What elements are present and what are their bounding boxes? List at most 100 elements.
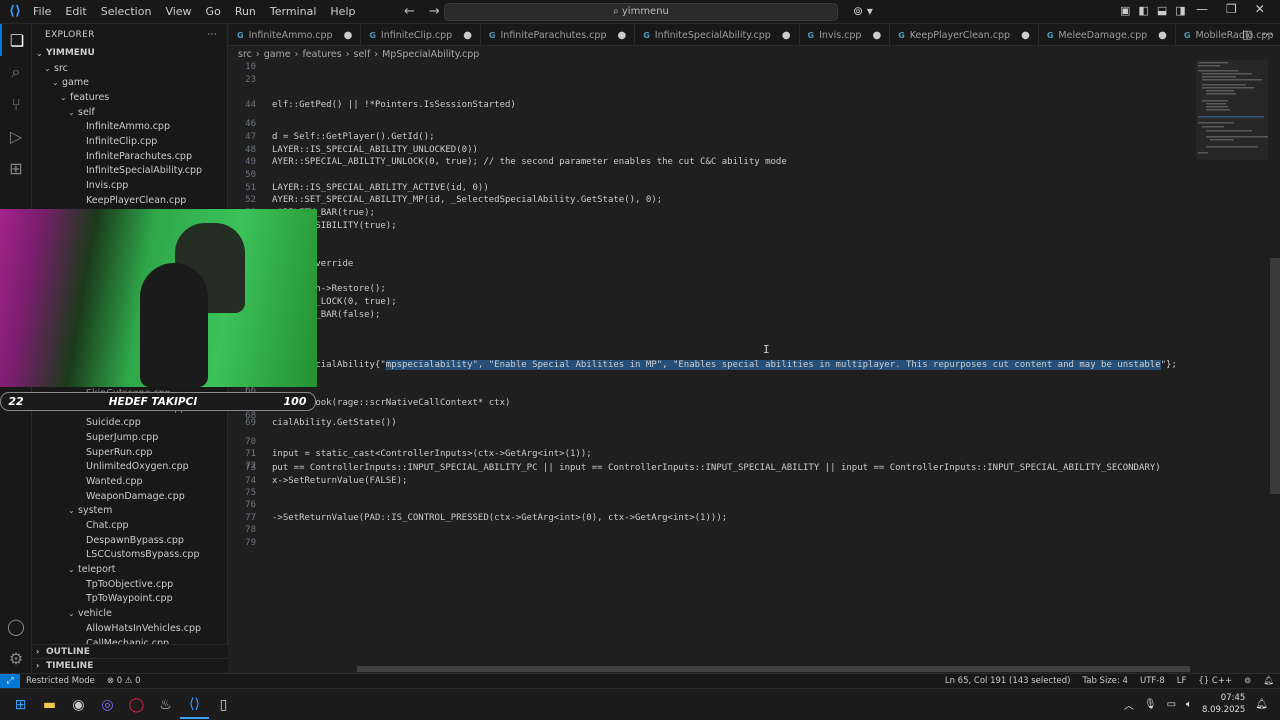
windows-start-icon[interactable]: ⊞	[6, 691, 35, 719]
folder-item[interactable]: ⌄ features	[32, 90, 227, 105]
file-item[interactable]: AllowHatsInVehicles.cpp	[32, 621, 227, 636]
chrome-icon[interactable]: ◉	[64, 691, 93, 719]
code-line[interactable]: 56	[229, 245, 1229, 258]
tab-keepplayerclean[interactable]: G KeepPlayerClean.cpp ●	[890, 24, 1039, 45]
code-line[interactable]: 54Y_BAR_VISIBILITY(true);	[229, 220, 1229, 233]
horizontal-scrollbar[interactable]	[357, 666, 1190, 672]
file-app-icon[interactable]: ▯	[209, 691, 238, 719]
menu-item-go[interactable]: Go	[199, 0, 228, 24]
menu-item-selection[interactable]: Selection	[94, 0, 159, 24]
tab-meleedamage[interactable]: G MeleeDamage.cpp ●	[1039, 24, 1176, 45]
file-item[interactable]: WeaponDamage.cpp	[32, 489, 227, 504]
cursor-position[interactable]: Ln 65, Col 191 (143 selected)	[939, 676, 1077, 686]
file-item[interactable]: Chat.cpp	[32, 518, 227, 533]
opera-icon[interactable]: ◯	[122, 691, 151, 719]
file-item[interactable]: Invis.cpp	[32, 178, 227, 193]
minimize-icon[interactable]: —	[1196, 2, 1208, 16]
code-line[interactable]: 49 AYER::SPECIAL_ABILITY_UNLOCK(0, true);…	[229, 156, 1229, 169]
tray-expand-icon[interactable]: ︿	[1124, 697, 1134, 712]
breadcrumb-item[interactable]: MpSpecialAbility.cpp	[382, 49, 479, 60]
code-line[interactable]: 44 elf::GetPed() || !*Pointers.IsSessionS…	[229, 99, 1229, 112]
code-line[interactable]: 47 d = Self::GetPlayer().GetId();	[229, 131, 1229, 144]
file-item[interactable]: SuperRun.cpp	[32, 445, 227, 460]
unsaved-dot-icon[interactable]: ●	[617, 30, 626, 41]
more-actions-icon[interactable]: ···	[208, 30, 217, 40]
menu-item-run[interactable]: Run	[228, 0, 263, 24]
file-item[interactable]: UnlimitedOxygen.cpp	[32, 459, 227, 474]
code-editor[interactable]: 10 23 44 elf::GetPed() || !*Pointers.IsSess…	[229, 61, 1280, 673]
outline-section[interactable]: › OUTLINE	[32, 644, 228, 658]
folder-item[interactable]: ⌄ self	[32, 105, 227, 120]
remote-icon[interactable]: ⤢	[0, 673, 20, 689]
breadcrumb-item[interactable]: self	[354, 49, 371, 60]
command-search-box[interactable]: ⌕ yimmenu	[444, 3, 838, 21]
code-line[interactable]: 69 cialAbility.GetState())	[229, 417, 1229, 430]
tab-infiniteclip[interactable]: G InfiniteClip.cpp ●	[361, 24, 481, 45]
unsaved-dot-icon[interactable]: ●	[1158, 30, 1167, 41]
breadcrumb-item[interactable]: game	[264, 49, 291, 60]
discord-icon[interactable]: ◎	[93, 691, 122, 719]
code-line[interactable]: 78	[229, 524, 1229, 537]
split-editor-icon[interactable]: ◫	[1242, 28, 1252, 41]
folder-item[interactable]: ⌄ src	[32, 61, 227, 76]
file-item[interactable]: InfiniteClip.cpp	[32, 134, 227, 149]
toggle-sidebar-icon[interactable]: ◧	[1138, 4, 1148, 17]
folder-item[interactable]: ⌄ vehicle	[32, 606, 227, 621]
source-control-icon[interactable]: ⑂	[0, 88, 32, 120]
file-item[interactable]: KeepPlayerClean.cpp	[32, 193, 227, 208]
breadcrumb-item[interactable]: src	[238, 49, 252, 60]
file-item[interactable]: DespawnBypass.cpp	[32, 533, 227, 548]
file-item[interactable]: LSCCustomsBypass.cpp	[32, 548, 227, 563]
copilot-icon[interactable]: ⊚ ▾	[853, 4, 873, 18]
steam-icon[interactable]: ♨	[151, 691, 180, 719]
menu-item-file[interactable]: File	[26, 0, 58, 24]
tab-invis[interactable]: G Invis.cpp ●	[800, 24, 891, 45]
tab-infiniteparachutes[interactable]: G InfiniteParachutes.cpp ●	[481, 24, 636, 45]
forward-arrow-icon[interactable]: →	[429, 4, 440, 19]
run-debug-icon[interactable]: ▷	[0, 120, 32, 152]
code-line[interactable]: 52 AYER::SET_SPECIAL_ABILITY_MP(id, _Sele…	[229, 194, 1229, 207]
code-line[interactable]: 46	[229, 118, 1229, 131]
file-item[interactable]: SuperJump.cpp	[32, 430, 227, 445]
settings-gear-icon[interactable]: ⚙	[0, 642, 32, 674]
code-line[interactable]: 65y _MpSpecialAbility{"mpspecialability"…	[229, 359, 1229, 372]
extensions-icon[interactable]: ⊞	[0, 152, 32, 184]
problems-count[interactable]: ⊗ 0 ⚠ 0	[101, 676, 147, 686]
file-item[interactable]: Suicide.cpp	[32, 415, 227, 430]
code-line[interactable]: 60_ABILITY_LOCK(0, true);	[229, 296, 1229, 309]
unsaved-dot-icon[interactable]: ●	[872, 30, 881, 41]
code-line[interactable]: 50	[229, 169, 1229, 182]
tab-size[interactable]: Tab Size: 4	[1076, 676, 1134, 686]
explorer-icon[interactable]: ❏	[0, 24, 32, 56]
menu-item-edit[interactable]: Edit	[58, 0, 93, 24]
code-line[interactable]: 53_ABILITY_BAR(true);	[229, 207, 1229, 220]
network-icon[interactable]: ▭	[1167, 699, 1176, 710]
unsaved-dot-icon[interactable]: ●	[782, 30, 791, 41]
minimap[interactable]	[1196, 60, 1268, 180]
unsaved-dot-icon[interactable]: ●	[1021, 30, 1030, 41]
timeline-section[interactable]: › TIMELINE	[32, 658, 228, 672]
menu-item-help[interactable]: Help	[323, 0, 362, 24]
file-item[interactable]: TpToObjective.cpp	[32, 577, 227, 592]
code-line[interactable]: 62	[229, 321, 1229, 334]
microphone-icon[interactable]: 🎙︎	[1144, 699, 1157, 710]
folder-item[interactable]: ⌄ game	[32, 75, 227, 90]
notifications-bell-icon[interactable]: 🔔︎	[1257, 676, 1280, 686]
close-icon[interactable]: ✕	[1255, 2, 1265, 16]
encoding[interactable]: UTF-8	[1134, 676, 1171, 686]
tab-infinitespecialability[interactable]: G InfiniteSpecialAbility.cpp ●	[635, 24, 800, 45]
toggle-panel-icon[interactable]: ⬓	[1157, 4, 1167, 17]
file-item[interactable]: InfiniteParachutes.cpp	[32, 149, 227, 164]
code-line[interactable]: 23	[229, 74, 1229, 87]
vscode-taskbar-icon[interactable]: ⟨⟩	[180, 691, 209, 719]
clock[interactable]: 07:45 8.09.2025	[1202, 692, 1245, 716]
code-line[interactable]: 79	[229, 537, 1229, 550]
unsaved-dot-icon[interactable]: ●	[344, 30, 353, 41]
account-icon[interactable]: ◯	[0, 610, 32, 642]
file-item[interactable]: InfiniteSpecialAbility.cpp	[32, 164, 227, 179]
code-line[interactable]: 63	[229, 334, 1229, 347]
file-item[interactable]: TpToWaypoint.cpp	[32, 592, 227, 607]
search-icon[interactable]: ⌕	[0, 56, 32, 88]
unsaved-dot-icon[interactable]: ●	[463, 30, 472, 41]
restore-icon[interactable]: ❐	[1226, 2, 1237, 16]
